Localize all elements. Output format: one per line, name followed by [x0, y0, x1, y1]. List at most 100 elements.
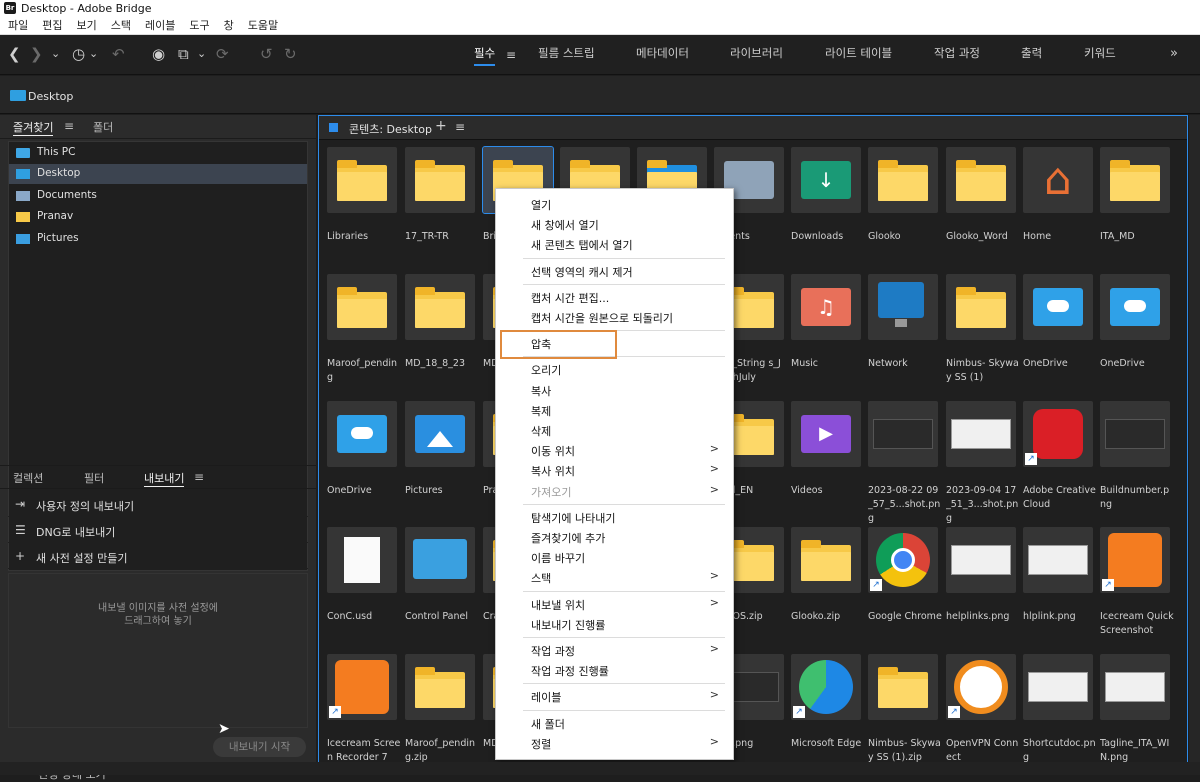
thumbnail[interactable] — [1023, 274, 1093, 340]
thumbnail[interactable]: ↗ — [791, 654, 861, 720]
back-icon[interactable]: ❮ — [8, 45, 21, 63]
thumbnail[interactable] — [405, 654, 475, 720]
thumbnail[interactable] — [327, 147, 397, 213]
tab-folders[interactable]: 폴더 — [93, 119, 113, 135]
new-preset-item[interactable]: + 새 사전 설정 만들기 — [8, 545, 308, 569]
thumbnail[interactable] — [868, 147, 938, 213]
context-menu-item[interactable]: 탐색기에 나타내기 — [496, 507, 733, 527]
thumbnail[interactable]: ↗ — [946, 654, 1016, 720]
context-menu-item[interactable]: 정렬 > — [496, 733, 733, 753]
thumbnail[interactable] — [946, 274, 1016, 340]
context-menu-item[interactable]: 새 콘텐츠 탭에서 열기 — [496, 234, 733, 254]
thumbnail[interactable]: ▶ — [791, 401, 861, 467]
thumbnail[interactable] — [946, 147, 1016, 213]
menu-edit[interactable]: 편집 — [42, 17, 62, 33]
menu-view[interactable]: 보기 — [77, 17, 97, 33]
refresh-icon[interactable]: ⟳ — [216, 45, 229, 63]
thumbnail[interactable]: ↗ — [868, 527, 938, 593]
context-menu-item[interactable]: 복사 — [496, 380, 733, 400]
thumbnail[interactable] — [791, 527, 861, 593]
add-tab-icon[interactable]: + — [435, 118, 447, 134]
thumbnail[interactable] — [405, 147, 475, 213]
tab-favorites[interactable]: 즐겨찾기 — [13, 119, 54, 136]
workspace-menu-icon[interactable]: ≡ — [506, 46, 516, 64]
workspace-light-table[interactable]: 라이트 테이블 — [825, 45, 892, 61]
export-drop-zone[interactable]: 내보낼 이미지를 사전 설정에 드래그하여 놓기 — [8, 573, 308, 728]
menu-help[interactable]: 도움말 — [248, 17, 278, 33]
menu-stack[interactable]: 스택 — [111, 17, 131, 33]
context-menu-item[interactable]: 이동 위치 > — [496, 440, 733, 460]
content-menu-icon[interactable]: ≡ — [455, 120, 465, 134]
context-menu-item[interactable]: 열기 — [496, 194, 733, 214]
thumbnail[interactable]: ↓ — [791, 147, 861, 213]
thumbnail[interactable] — [868, 401, 938, 467]
context-menu-item[interactable]: 이름 바꾸기 — [496, 547, 733, 567]
export-menu-icon[interactable]: ≡ — [194, 470, 204, 484]
context-menu-item[interactable]: 선택 영역의 캐시 제거 — [496, 261, 733, 281]
workspace-keywords[interactable]: 키워드 — [1084, 45, 1116, 61]
thumbnail[interactable]: ↗ — [1100, 527, 1170, 593]
recent-dropdown-icon[interactable]: ⌄ — [89, 45, 98, 63]
copy-dropdown-icon[interactable]: ⌄ — [197, 45, 206, 63]
thumbnail[interactable]: ⌂ — [1023, 147, 1093, 213]
thumbnail[interactable] — [327, 401, 397, 467]
content-title[interactable]: 콘텐츠: Desktop — [349, 121, 432, 137]
thumbnail[interactable] — [946, 401, 1016, 467]
start-export-button[interactable]: 내보내기 시작 — [213, 737, 306, 757]
menu-tools[interactable]: 도구 — [189, 17, 209, 33]
thumbnail[interactable] — [405, 274, 475, 340]
boomerang-icon[interactable]: ↶ — [112, 45, 125, 63]
thumbnail[interactable] — [1100, 274, 1170, 340]
context-menu-item[interactable]: 내보낼 위치 > — [496, 594, 733, 614]
context-menu-item[interactable]: 복사 위치 > — [496, 460, 733, 480]
thumbnail[interactable] — [405, 401, 475, 467]
favorite-this-pc[interactable]: This PC — [9, 143, 307, 163]
context-menu-item[interactable]: 새 창에서 열기 — [496, 214, 733, 234]
path-desktop[interactable]: Desktop — [28, 90, 73, 103]
thumbnail[interactable] — [946, 527, 1016, 593]
tab-filter[interactable]: 필터 — [84, 470, 104, 486]
copy-icon[interactable]: ⧉ — [178, 45, 189, 63]
favorite-pictures[interactable]: Pictures — [9, 229, 307, 249]
thumbnail[interactable] — [868, 654, 938, 720]
favorites-menu-icon[interactable]: ≡ — [64, 119, 74, 133]
thumbnail[interactable] — [405, 527, 475, 593]
context-menu-item[interactable]: 캡처 시간을 원본으로 되돌리기 — [496, 307, 733, 327]
thumbnail[interactable] — [1100, 147, 1170, 213]
rotate-right-icon[interactable]: ↻ — [284, 45, 297, 63]
chevron-down-icon[interactable]: ⌄ — [51, 45, 60, 63]
custom-export-item[interactable]: ⇥ 사용자 정의 내보내기 — [8, 493, 308, 517]
thumbnail[interactable] — [1023, 527, 1093, 593]
tab-export[interactable]: 내보내기 — [144, 470, 185, 487]
workspace-library[interactable]: 라이브러리 — [730, 45, 783, 61]
rotate-left-icon[interactable]: ↺ — [260, 45, 273, 63]
context-menu-item[interactable]: 스택 > — [496, 567, 733, 587]
camera-icon[interactable]: ◉ — [152, 45, 165, 63]
thumbnail[interactable] — [1100, 654, 1170, 720]
thumbnail[interactable]: ♫ — [791, 274, 861, 340]
context-menu-item[interactable]: 오리기 — [496, 359, 733, 379]
thumbnail[interactable] — [868, 274, 938, 340]
context-menu-item[interactable]: 작업 과정 진행률 — [496, 660, 733, 680]
favorite-documents[interactable]: Documents — [9, 186, 307, 206]
thumbnail[interactable] — [1100, 401, 1170, 467]
context-menu-item[interactable]: 캡처 시간 편집... — [496, 287, 733, 307]
menu-window[interactable]: 창 — [224, 17, 234, 33]
workspace-workflow[interactable]: 작업 과정 — [934, 45, 980, 61]
context-menu-item[interactable]: 내보내기 진행률 — [496, 614, 733, 634]
context-menu-item[interactable]: 작업 과정 > — [496, 640, 733, 660]
thumbnail[interactable] — [1023, 654, 1093, 720]
thumbnail[interactable]: ↗ — [327, 654, 397, 720]
favorite-desktop[interactable]: Desktop — [9, 164, 307, 184]
menu-file[interactable]: 파일 — [8, 17, 28, 33]
forward-icon[interactable]: ❯ — [30, 45, 43, 63]
context-menu-item[interactable]: 레이블 > — [496, 686, 733, 706]
context-menu-item[interactable]: 복제 — [496, 400, 733, 420]
right-scroll-strip[interactable] — [1189, 115, 1200, 775]
menu-label[interactable]: 레이블 — [145, 17, 175, 33]
dng-export-item[interactable]: ☰ DNG로 내보내기 — [8, 519, 308, 543]
favorite-pranav[interactable]: Pranav — [9, 207, 307, 227]
context-menu-item[interactable]: 즐겨찾기에 추가 — [496, 527, 733, 547]
thumbnail[interactable]: ↗ — [1023, 401, 1093, 467]
workspace-output[interactable]: 출력 — [1021, 45, 1042, 61]
